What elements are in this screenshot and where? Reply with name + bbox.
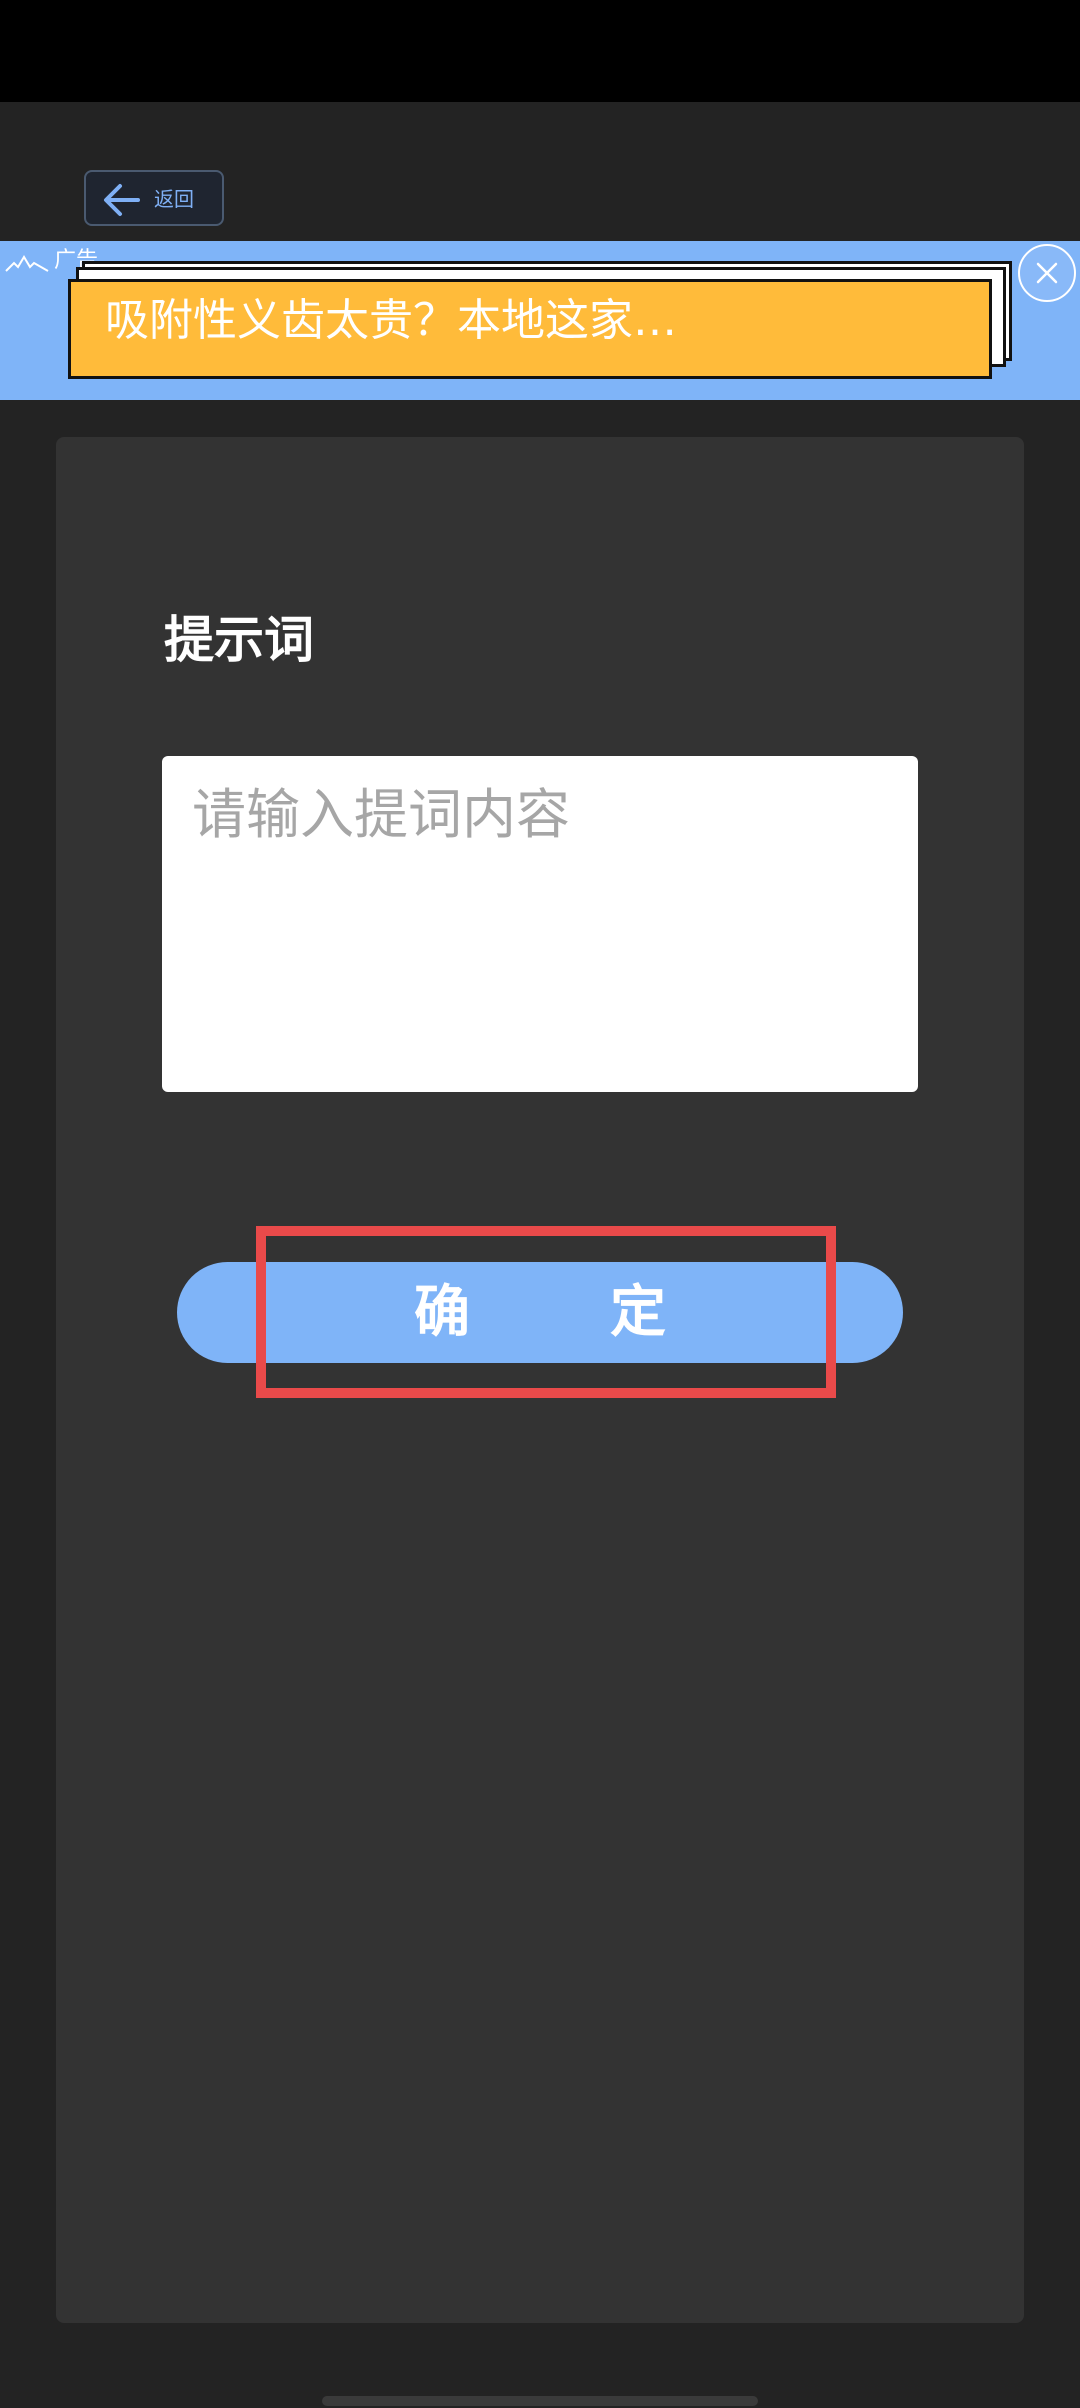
close-icon [1036, 262, 1058, 284]
prompt-title: 提示词 [164, 611, 314, 669]
prompt-input[interactable] [162, 756, 918, 1092]
prompt-panel [56, 437, 1024, 2323]
ad-card[interactable]: 吸附性义齿太贵？本地这家… [68, 279, 992, 379]
confirm-label: 确定 [414, 1280, 806, 1345]
back-button[interactable]: 返回 [84, 170, 224, 226]
ad-close-button[interactable] [1018, 244, 1076, 302]
ad-brand-icon [5, 255, 49, 272]
back-label: 返回 [154, 187, 194, 211]
ad-banner[interactable]: 广告 吸附性义齿太贵？本地这家… [0, 241, 1080, 400]
home-indicator [322, 2396, 758, 2406]
arrow-left-icon [104, 184, 140, 216]
confirm-button[interactable]: 确定 [177, 1262, 903, 1363]
ad-headline: 吸附性义齿太贵？本地这家… [105, 295, 677, 346]
status-bar [0, 0, 1080, 102]
